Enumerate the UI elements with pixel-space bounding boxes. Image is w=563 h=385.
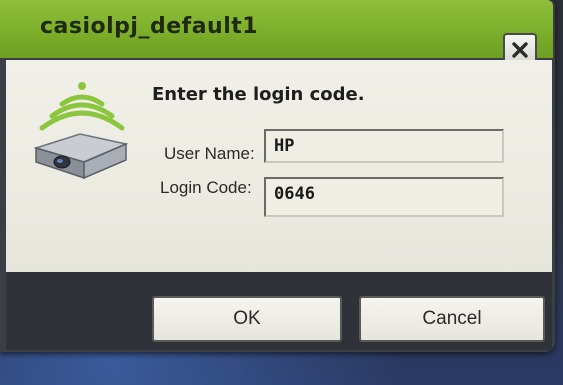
- login-code-label: Login Code:: [160, 178, 252, 197]
- user-name-field[interactable]: HP: [264, 129, 504, 163]
- user-name-label: User Name:: [164, 144, 255, 163]
- login-code-field[interactable]: 0646: [264, 177, 504, 217]
- wireless-projector-icon: [30, 82, 130, 182]
- cancel-button[interactable]: Cancel: [359, 296, 545, 342]
- close-icon: [512, 42, 528, 58]
- ok-button[interactable]: OK: [152, 296, 342, 342]
- dialog-heading: Enter the login code.: [152, 84, 365, 105]
- window-title: casiolpj_default1: [40, 14, 259, 39]
- title-bar[interactable]: casiolpj_default1: [0, 0, 553, 58]
